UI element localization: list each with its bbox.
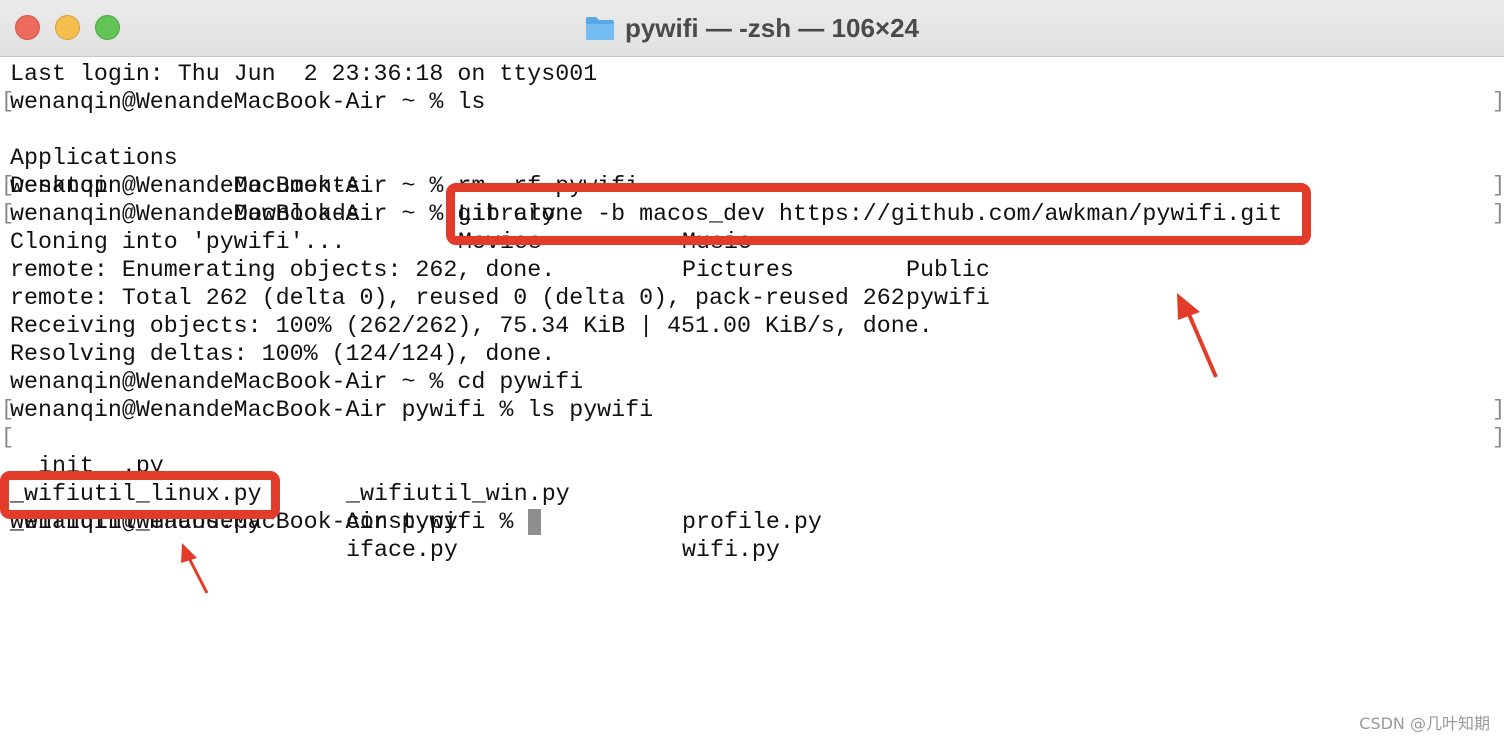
watermark: CSDN @几叶知期 xyxy=(1359,714,1490,733)
terminal-line: Receiving objects: 100% (262/262), 75.34… xyxy=(10,313,933,339)
terminal-line: Resolving deltas: 100% (124/124), done. xyxy=(10,341,556,367)
terminal-content[interactable]: [ [ [ [ [ ] ] ] ] ] Last login: Thu Jun … xyxy=(0,57,1504,742)
ls-entry: profile.py xyxy=(682,509,822,535)
terminal-line: wenanqin@WenandeMacBook-Air ~ % cd pywif… xyxy=(10,369,584,395)
terminal-line: wenanqin@WenandeMacBook-Air pywifi % ls … xyxy=(10,397,654,423)
annotation-box-git-clone xyxy=(446,183,1311,245)
annotation-box-macos-file xyxy=(0,471,280,519)
text-cursor xyxy=(528,509,541,535)
terminal-window: pywifi — -zsh — 106×24 [ [ [ [ [ ] ] ] ]… xyxy=(0,0,1504,742)
window-title-group: pywifi — -zsh — 106×24 xyxy=(0,0,1504,56)
line-bracket-right: ] xyxy=(1492,89,1504,114)
terminal-line: remote: Enumerating objects: 262, done. xyxy=(10,257,556,283)
folder-icon xyxy=(585,17,614,40)
ls-entry: pywifi xyxy=(906,285,990,311)
ls-entry: Pictures xyxy=(682,257,794,283)
ls-output-row: Desktop Downloads Movies Pictures pywifi xyxy=(10,144,1110,311)
ls-output-row: Applications Documents Library Music Pub… xyxy=(10,116,1110,283)
ls-entry: Public xyxy=(906,257,990,283)
line-bracket-right: ] xyxy=(1492,201,1504,226)
terminal-line: Last login: Thu Jun 2 23:36:18 on ttys00… xyxy=(10,61,598,87)
ls-entry: iface.py xyxy=(346,537,458,563)
ls-output-row: __init__.py _wifiutil_win.py profile.py xyxy=(10,424,1010,535)
terminal-line: wenanqin@WenandeMacBook-Air ~ % ls xyxy=(10,89,486,115)
terminal-line: remote: Total 262 (delta 0), reused 0 (d… xyxy=(10,285,905,311)
line-bracket-right: ] xyxy=(1492,425,1504,450)
window-title: pywifi — -zsh — 106×24 xyxy=(624,12,920,43)
line-bracket-right: ] xyxy=(1492,397,1504,422)
title-bar[interactable]: pywifi — -zsh — 106×24 xyxy=(0,0,1504,57)
terminal-line: Cloning into 'pywifi'... xyxy=(10,229,346,255)
ls-entry: wifi.py xyxy=(682,537,780,563)
line-bracket-right: ] xyxy=(1492,173,1504,198)
